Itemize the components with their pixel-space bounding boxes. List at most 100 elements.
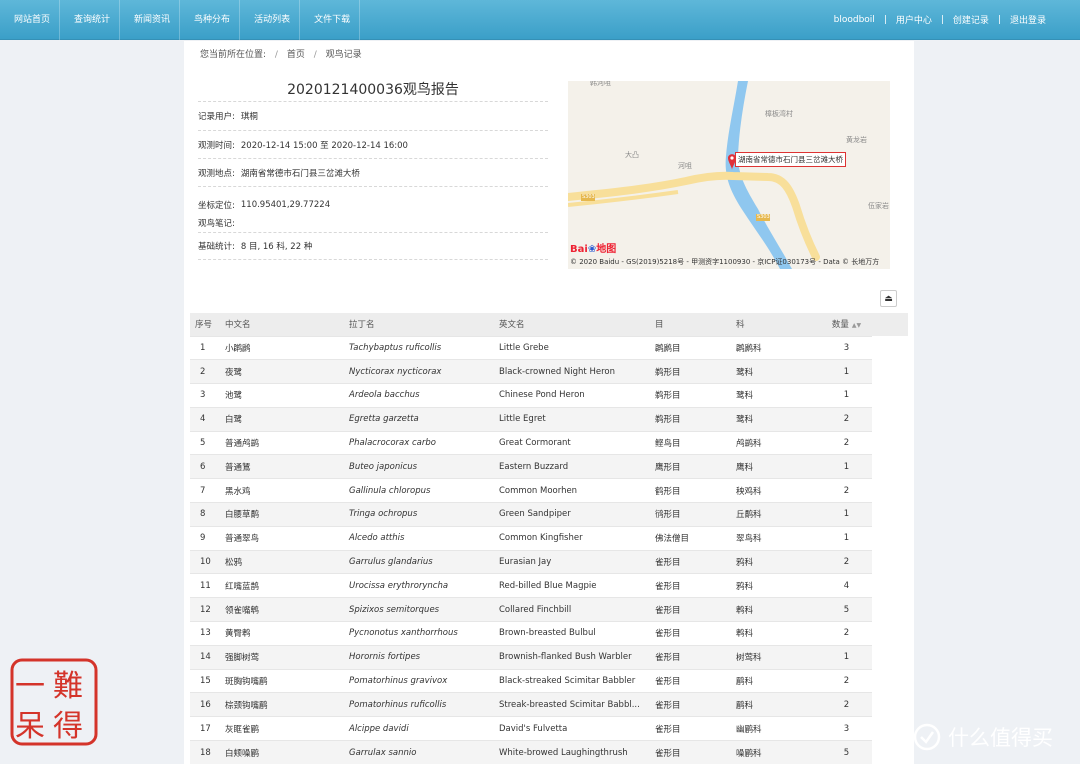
table-row[interactable]: 5 普通鸬鹚 Phalacrocorax carbo Great Cormorant 鲣… xyxy=(190,430,872,455)
cell-family: 鸬鹚科 xyxy=(731,430,821,455)
column-header-count[interactable]: 数量 ▲▼ xyxy=(821,313,872,336)
cell-chinese-name: 松鸦 xyxy=(219,549,344,574)
table-row[interactable]: 6 普通鵟 Buteo japonicus Eastern Buzzard 鹰形目 鹰科 1 xyxy=(190,454,872,479)
map-location-popup[interactable]: 湖南省常德市石门县三岔滩大桥 xyxy=(735,152,846,167)
svg-text:一: 一 xyxy=(15,669,45,704)
user-nav: bloodboil | 用户中心 | 创建记录 | 退出登录 xyxy=(834,0,1080,39)
cell-order: 鸻形目 xyxy=(650,502,731,527)
cell-english-name: Collared Finchbill xyxy=(494,597,650,622)
main-nav: 网站首页 查询统计 新闻资讯 鸟种分布 活动列表 文件下载 xyxy=(0,0,361,40)
cell-chinese-name: 斑胸钩嘴鹛 xyxy=(219,668,344,693)
cell-latin-name: Garrulus glandarius xyxy=(344,549,494,574)
cell-english-name: Great Cormorant xyxy=(494,430,650,455)
table-row[interactable]: 16 棕颈钩嘴鹛 Pomatorhinus ruficollis Streak-bre… xyxy=(190,692,872,717)
cell-latin-name: Horornis fortipes xyxy=(344,644,494,670)
nav-news[interactable]: 新闻资讯 xyxy=(120,0,181,40)
cell-count: 3 xyxy=(821,335,872,360)
cell-english-name: Little Egret xyxy=(494,406,650,432)
cell-family: 鸦科 xyxy=(731,549,821,574)
cell-english-name: Red-billed Blue Magpie xyxy=(494,573,650,598)
cell-row-index: 3 xyxy=(190,383,219,408)
table-row[interactable]: 1 小䴙䴘 Tachybaptus ruficollis Little Grebe 䴙䴘… xyxy=(190,335,872,360)
seal-stamp: 難 得 一 呆 xyxy=(10,658,98,746)
cell-order: 鹈形目 xyxy=(650,406,731,432)
column-header-english-name[interactable]: 英文名 xyxy=(494,313,650,336)
table-row[interactable]: 11 红嘴蓝鹊 Urocissa erythroryncha Red-billed B… xyxy=(190,573,872,598)
table-row[interactable]: 12 领雀嘴鹎 Spizixos semitorques Collared Finch… xyxy=(190,597,872,622)
cell-row-index: 12 xyxy=(190,597,219,622)
create-record-link[interactable]: 创建记录 xyxy=(953,13,989,26)
table-row[interactable]: 17 灰眶雀鹛 Alcippe davidi David's Fulvetta 雀形目幽… xyxy=(190,716,872,741)
map-road-label: S303 xyxy=(757,214,770,220)
map-place-label: 河咀 xyxy=(678,162,692,170)
cell-count: 1 xyxy=(821,525,872,551)
cell-order: 雀形目 xyxy=(650,644,731,670)
cell-latin-name: Gallinula chloropus xyxy=(344,478,494,503)
cell-family: 鹰科 xyxy=(731,454,821,479)
info-label: 观测时间: xyxy=(198,140,235,151)
cell-count: 1 xyxy=(821,644,872,670)
info-value: 8 目, 16 科, 22 种 xyxy=(240,242,313,252)
cell-latin-name: Buteo japonicus xyxy=(344,454,494,479)
table-row[interactable]: 8 白腰草鹬 Tringa ochropus Green Sandpiper 鸻形目 丘鹬… xyxy=(190,502,872,527)
cell-count: 2 xyxy=(821,549,872,574)
info-value: 2020-12-14 15:00 至 2020-12-14 16:00 xyxy=(240,140,408,151)
column-header-chinese-name[interactable]: 中文名 xyxy=(219,313,344,336)
cell-order: 鹤形目 xyxy=(650,478,731,503)
table-row[interactable]: 15 斑胸钩嘴鹛 Pomatorhinus gravivox Black-streak… xyxy=(190,668,872,693)
breadcrumb-current: 观鸟记录 xyxy=(325,50,362,60)
table-row[interactable]: 14 强脚树莺 Horornis fortipes Brownish-flanked … xyxy=(190,644,872,670)
username-link[interactable]: bloodboil xyxy=(834,15,875,25)
breadcrumb-home-link[interactable]: 首页 xyxy=(287,50,305,60)
table-header-filler xyxy=(872,313,908,336)
species-table: 序号 中文名 拉丁名 英文名 目 科 数量 ▲▼ 1 小䴙䴘 Tachybaptus … xyxy=(190,313,872,764)
cell-latin-name: Nycticorax nycticorax xyxy=(344,359,494,384)
user-center-link[interactable]: 用户中心 xyxy=(896,13,932,26)
column-header-latin-name[interactable]: 拉丁名 xyxy=(344,313,494,336)
cell-row-index: 6 xyxy=(190,454,219,479)
cell-family: 秧鸡科 xyxy=(731,478,821,503)
baidu-logo-suffix: 地图 xyxy=(596,244,617,255)
cell-chinese-name: 普通翠鸟 xyxy=(219,525,344,551)
column-header-order[interactable]: 目 xyxy=(650,313,731,336)
table-row[interactable]: 2 夜鹭 Nycticorax nycticorax Black-crowned Ni… xyxy=(190,359,872,384)
table-row[interactable]: 18 白颊噪鹛 Garrulax sannio White-browed Laughi… xyxy=(190,740,872,764)
cell-chinese-name: 灰眶雀鹛 xyxy=(219,716,344,741)
species-table-wrap: 序号 中文名 拉丁名 英文名 目 科 数量 ▲▼ 1 小䴙䴘 Tachybaptus … xyxy=(190,313,908,764)
cell-english-name: Little Grebe xyxy=(494,335,650,360)
nav-downloads[interactable]: 文件下载 xyxy=(300,0,361,40)
cell-order: 雀形目 xyxy=(650,740,731,764)
column-header-index[interactable]: 序号 xyxy=(190,313,219,336)
nav-query-stats[interactable]: 查询统计 xyxy=(60,0,121,40)
sort-icon[interactable]: ▲▼ xyxy=(852,322,861,329)
table-row[interactable]: 3 池鹭 Ardeola bacchus Chinese Pond Heron 鹈形目鹭… xyxy=(190,383,872,408)
export-button[interactable]: ⏏ xyxy=(880,290,897,307)
cell-chinese-name: 夜鹭 xyxy=(219,359,344,384)
info-value: 湖南省常德市石门县三岔滩大桥 xyxy=(240,168,360,179)
column-header-family[interactable]: 科 xyxy=(731,313,821,336)
logout-link[interactable]: 退出登录 xyxy=(1010,13,1046,26)
cell-count: 1 xyxy=(821,502,872,527)
cell-order: 雀形目 xyxy=(650,716,731,741)
cell-english-name: Common Kingfisher xyxy=(494,525,650,551)
cell-latin-name: Ardeola bacchus xyxy=(344,383,494,408)
column-header-count-label: 数量 xyxy=(831,320,849,331)
top-navbar: 网站首页 查询统计 新闻资讯 鸟种分布 活动列表 文件下载 bloodboil … xyxy=(0,0,1080,40)
table-row[interactable]: 4 白鹭 Egretta garzetta Little Egret 鹈形目 鹭科 2 xyxy=(190,406,872,432)
cell-family: 鹎科 xyxy=(731,621,821,646)
table-row[interactable]: 13 黄臀鹎 Pycnonotus xanthorrhous Brown-breast… xyxy=(190,621,872,646)
table-row[interactable]: 7 黑水鸡 Gallinula chloropus Common Moorhen 鹤形目… xyxy=(190,478,872,503)
nav-activities[interactable]: 活动列表 xyxy=(240,0,301,40)
cell-family: 翠鸟科 xyxy=(731,525,821,551)
cell-row-index: 2 xyxy=(190,359,219,384)
cell-order: 雀形目 xyxy=(650,692,731,717)
table-row[interactable]: 10 松鸦 Garrulus glandarius Eurasian Jay 雀形目 鸦科… xyxy=(190,549,872,574)
cell-chinese-name: 领雀嘴鹎 xyxy=(219,597,344,622)
nav-species-distribution[interactable]: 鸟种分布 xyxy=(180,0,241,40)
breadcrumb-separator: / xyxy=(313,50,317,60)
cell-family: 鹛科 xyxy=(731,692,821,717)
cell-english-name: Eastern Buzzard xyxy=(494,454,650,479)
nav-home[interactable]: 网站首页 xyxy=(0,0,61,40)
table-row[interactable]: 9 普通翠鸟 Alcedo atthis Common Kingfisher 佛法僧目翠… xyxy=(190,525,872,551)
location-map[interactable]: 韩河咀 樟板湾村 大凸 河咀 黄龙岩 伍家岩 S303 S303 湖南省常德市石… xyxy=(568,81,890,269)
